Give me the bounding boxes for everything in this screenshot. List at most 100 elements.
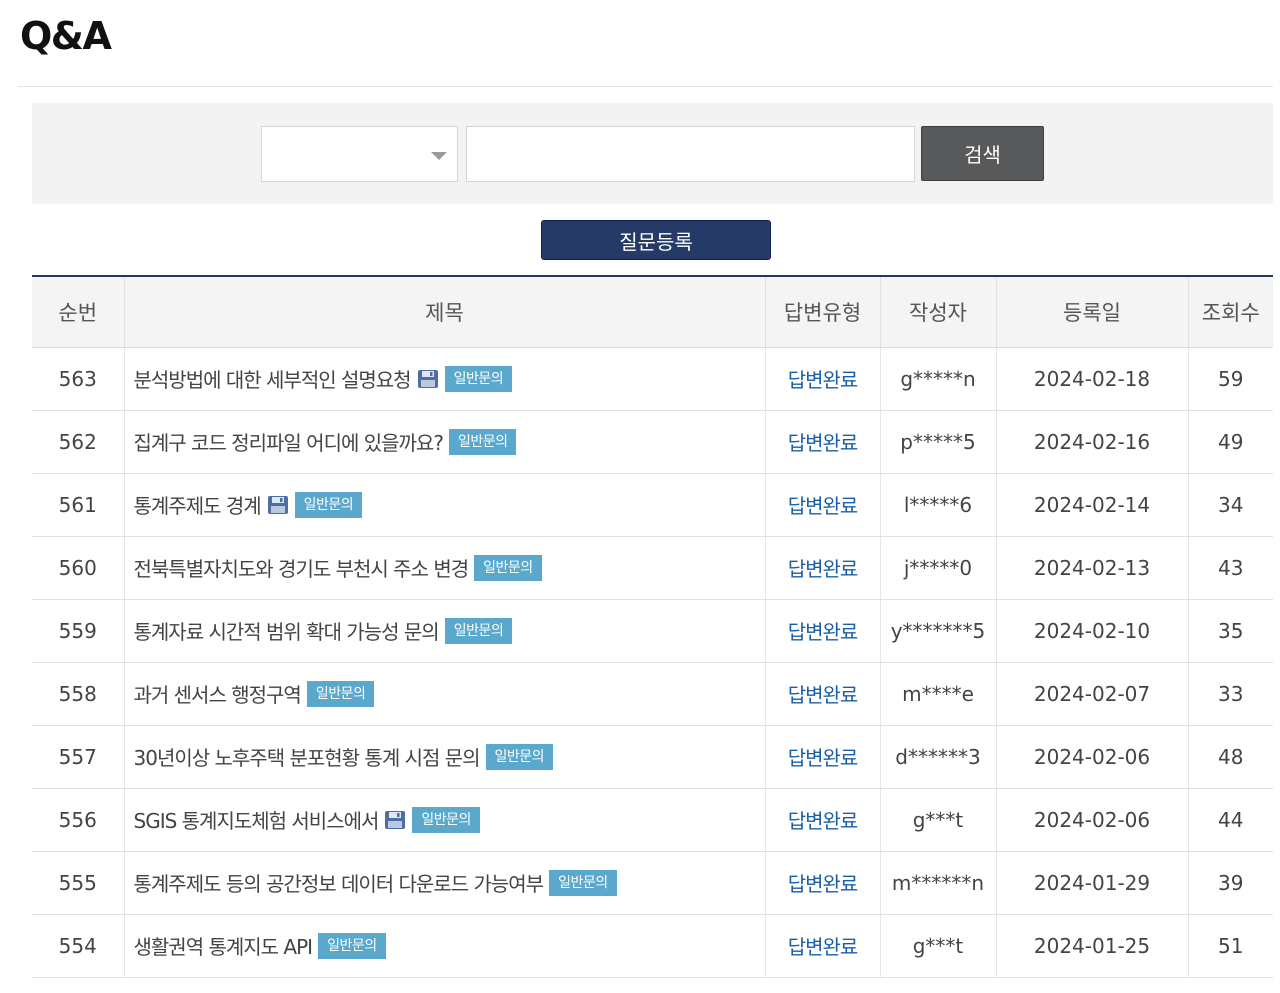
question-title-link[interactable]: 집계구 코드 정리파일 어디에 있을까요? bbox=[134, 431, 444, 455]
row-date: 2024-02-06 bbox=[996, 725, 1189, 789]
row-answer-status-cell: 답변완료 bbox=[765, 473, 881, 537]
row-date: 2024-02-10 bbox=[996, 599, 1189, 663]
answer-status-link[interactable]: 답변완료 bbox=[788, 494, 859, 518]
answer-status-link[interactable]: 답변완료 bbox=[788, 557, 859, 581]
row-views: 49 bbox=[1188, 410, 1273, 474]
row-author: l*****6 bbox=[880, 473, 997, 537]
register-question-button[interactable]: 질문등록 bbox=[541, 220, 771, 260]
question-title-link[interactable]: 30년이상 노후주택 분포현황 통계 시점 문의 bbox=[134, 746, 481, 770]
table-row: 563 분석방법에 대한 세부적인 설명요청 일반문의 답변완료 g*****n 2024… bbox=[32, 347, 1273, 411]
header-answer-type: 답변유형 bbox=[765, 276, 881, 348]
table-row: 562 집계구 코드 정리파일 어디에 있을까요? 일반문의 답변완료 p*****5 2… bbox=[32, 410, 1273, 474]
row-title-cell: 분석방법에 대한 세부적인 설명요청 일반문의 bbox=[124, 347, 766, 411]
category-badge: 일반문의 bbox=[318, 932, 386, 959]
row-author: m****e bbox=[880, 662, 997, 726]
row-no: 557 bbox=[32, 725, 125, 789]
question-title-link[interactable]: 통계자료 시간적 범위 확대 가능성 문의 bbox=[134, 620, 440, 644]
answer-status-link[interactable]: 답변완료 bbox=[788, 683, 859, 707]
table-row: 557 30년이상 노후주택 분포현황 통계 시점 문의 일반문의 답변완료 d****… bbox=[32, 725, 1273, 789]
row-date: 2024-02-18 bbox=[996, 347, 1189, 411]
category-badge: 일반문의 bbox=[294, 491, 363, 518]
row-answer-status-cell: 답변완료 bbox=[765, 851, 881, 915]
row-no: 556 bbox=[32, 788, 125, 852]
row-answer-status-cell: 답변완료 bbox=[765, 725, 881, 789]
row-title-cell: 과거 센서스 행정구역 일반문의 bbox=[124, 662, 766, 726]
question-title-link[interactable]: 통계주제도 경계 bbox=[134, 494, 262, 518]
row-author: g*****n bbox=[880, 347, 997, 411]
row-no: 562 bbox=[32, 410, 125, 474]
table-row: 556 SGIS 통계지도체험 서비스에서 일반문의 답변완료 g***t 2024-02… bbox=[32, 788, 1273, 852]
row-title-cell: 통계주제도 등의 공간정보 데이터 다운로드 가능여부 일반문의 bbox=[124, 851, 766, 915]
answer-status-link[interactable]: 답변완료 bbox=[788, 809, 859, 833]
search-button[interactable]: 검색 bbox=[921, 126, 1044, 181]
question-title-link[interactable]: 전북특별자치도와 경기도 부천시 주소 변경 bbox=[134, 557, 470, 581]
question-title-link[interactable]: 통계주제도 등의 공간정보 데이터 다운로드 가능여부 bbox=[134, 872, 545, 896]
header-title: 제목 bbox=[124, 276, 766, 348]
row-no: 563 bbox=[32, 347, 125, 411]
row-views: 35 bbox=[1188, 599, 1273, 663]
row-title-cell: 통계주제도 경계 일반문의 bbox=[124, 473, 766, 537]
category-badge: 일반문의 bbox=[485, 743, 554, 770]
row-author: d******3 bbox=[880, 725, 997, 789]
search-category-select[interactable] bbox=[261, 126, 458, 182]
floppy-disk-icon bbox=[267, 495, 289, 515]
row-answer-status-cell: 답변완료 bbox=[765, 536, 881, 600]
row-author: g***t bbox=[880, 914, 997, 978]
header-author: 작성자 bbox=[880, 276, 997, 348]
row-author: g***t bbox=[880, 788, 997, 852]
question-title-link[interactable]: 분석방법에 대한 세부적인 설명요청 bbox=[134, 368, 412, 392]
answer-status-link[interactable]: 답변완료 bbox=[788, 620, 859, 644]
row-title-cell: 집계구 코드 정리파일 어디에 있을까요? 일반문의 bbox=[124, 410, 766, 474]
table-row: 561 통계주제도 경계 일반문의 답변완료 l*****6 2024-02-14 34 bbox=[32, 473, 1273, 537]
search-panel: 검색 bbox=[32, 103, 1273, 204]
row-views: 39 bbox=[1188, 851, 1273, 915]
row-views: 59 bbox=[1188, 347, 1273, 411]
row-title-cell: 전북특별자치도와 경기도 부천시 주소 변경 일반문의 bbox=[124, 536, 766, 600]
answer-status-link[interactable]: 답변완료 bbox=[788, 872, 859, 896]
row-author: p*****5 bbox=[880, 410, 997, 474]
category-badge: 일반문의 bbox=[444, 617, 513, 644]
row-no: 559 bbox=[32, 599, 125, 663]
answer-status-link[interactable]: 답변완료 bbox=[788, 368, 859, 392]
row-no: 561 bbox=[32, 473, 125, 537]
table-row: 560 전북특별자치도와 경기도 부천시 주소 변경 일반문의 답변완료 j*****0… bbox=[32, 536, 1273, 600]
row-date: 2024-02-13 bbox=[996, 536, 1189, 600]
table-row: 559 통계자료 시간적 범위 확대 가능성 문의 일반문의 답변완료 y*******… bbox=[32, 599, 1273, 663]
row-date: 2024-02-14 bbox=[996, 473, 1189, 537]
row-title-cell: 통계자료 시간적 범위 확대 가능성 문의 일반문의 bbox=[124, 599, 766, 663]
row-views: 48 bbox=[1188, 725, 1273, 789]
header-no: 순번 bbox=[32, 276, 125, 348]
question-title-link[interactable]: SGIS 통계지도체험 서비스에서 bbox=[134, 809, 380, 833]
row-date: 2024-01-29 bbox=[996, 851, 1189, 915]
row-no: 558 bbox=[32, 662, 125, 726]
row-date: 2024-02-06 bbox=[996, 788, 1189, 852]
row-no: 560 bbox=[32, 536, 125, 600]
question-title-link[interactable]: 과거 센서스 행정구역 bbox=[134, 683, 302, 707]
title-divider bbox=[18, 86, 1273, 87]
row-answer-status-cell: 답변완료 bbox=[765, 347, 881, 411]
question-title-link[interactable]: 생활권역 통계지도 API bbox=[134, 935, 314, 959]
table-row: 554 생활권역 통계지도 API 일반문의 답변완료 g***t 2024-01-25 5… bbox=[32, 914, 1273, 978]
row-date: 2024-02-16 bbox=[996, 410, 1189, 474]
row-date: 2024-02-07 bbox=[996, 662, 1189, 726]
table-header-row: 순번 제목 답변유형 작성자 등록일 조회수 bbox=[32, 276, 1273, 348]
answer-status-link[interactable]: 답변완료 bbox=[788, 746, 859, 770]
row-answer-status-cell: 답변완료 bbox=[765, 914, 881, 978]
row-answer-status-cell: 답변완료 bbox=[765, 662, 881, 726]
row-title-cell: 생활권역 통계지도 API 일반문의 bbox=[124, 914, 766, 978]
category-badge: 일반문의 bbox=[448, 428, 517, 455]
search-input[interactable] bbox=[466, 126, 915, 182]
row-no: 554 bbox=[32, 914, 125, 978]
answer-status-link[interactable]: 답변완료 bbox=[788, 935, 859, 959]
table-row: 558 과거 센서스 행정구역 일반문의 답변완료 m****e 2024-02-07 33 bbox=[32, 662, 1273, 726]
row-answer-status-cell: 답변완료 bbox=[765, 599, 881, 663]
row-views: 44 bbox=[1188, 788, 1273, 852]
answer-status-link[interactable]: 답변완료 bbox=[788, 431, 859, 455]
table-row: 555 통계주제도 등의 공간정보 데이터 다운로드 가능여부 일반문의 답변완료 m*… bbox=[32, 851, 1273, 915]
caret-down-icon bbox=[431, 152, 447, 160]
row-views: 51 bbox=[1188, 914, 1273, 978]
row-author: j*****0 bbox=[880, 536, 997, 600]
page-title: Q&A bbox=[20, 14, 112, 58]
floppy-disk-icon bbox=[417, 369, 439, 389]
row-title-cell: 30년이상 노후주택 분포현황 통계 시점 문의 일반문의 bbox=[124, 725, 766, 789]
